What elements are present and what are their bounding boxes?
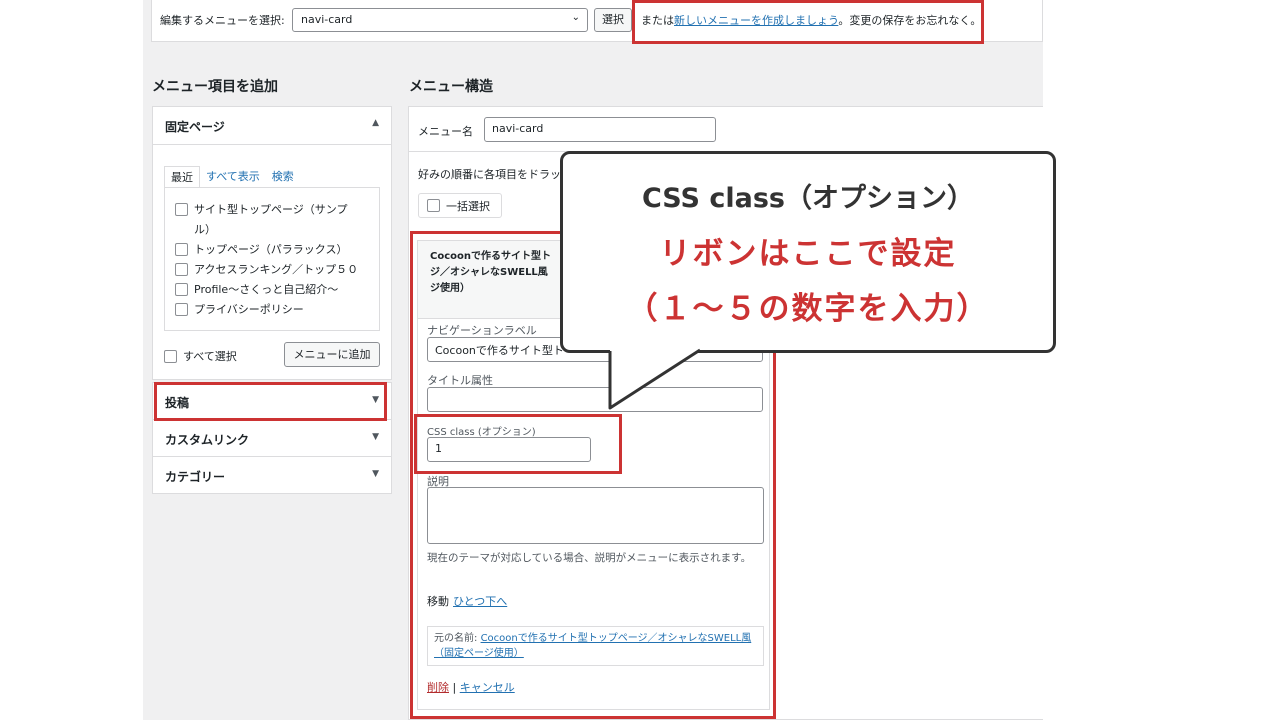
page-label: トップページ（パララックス） <box>194 243 348 256</box>
page-checkbox[interactable] <box>175 263 188 276</box>
select-all-checkbox[interactable]: すべて選択 <box>164 348 237 364</box>
list-item[interactable]: プライバシーポリシー <box>175 300 369 320</box>
bulk-select-label: 一括選択 <box>446 199 490 213</box>
expand-arrow-icon: ▼ <box>372 432 379 442</box>
add-to-menu-button[interactable]: メニューに追加 <box>284 342 380 367</box>
callout-main-text: リボンはここで設定 <box>659 236 957 272</box>
select-all-box[interactable] <box>164 349 177 363</box>
page-checkbox[interactable] <box>175 283 188 296</box>
list-item[interactable]: サイト型トップページ（サンプル） <box>175 200 355 240</box>
page-checkbox[interactable] <box>175 303 188 316</box>
highlight-css-class <box>414 414 622 474</box>
highlight-posts <box>154 382 387 421</box>
accordion-categories[interactable]: カテゴリー ▼ <box>152 456 392 494</box>
screenshot-stage: 編集するメニューを選択: navi-card ⌄ 選択 または新しいメニューを作… <box>0 0 1280 720</box>
menu-name-label: メニュー名 <box>418 125 473 138</box>
bulk-select-box[interactable] <box>427 199 440 212</box>
page-checkbox[interactable] <box>175 243 188 256</box>
menu-structure-title: メニュー構造 <box>409 79 493 95</box>
callout-tail <box>608 348 701 410</box>
pages-checklist: サイト型トップページ（サンプル） トップページ（パララックス） アクセスランキン… <box>164 187 380 331</box>
menu-select-dropdown[interactable]: navi-card ⌄ <box>292 8 588 32</box>
collapse-arrow-icon: ▲ <box>372 118 379 128</box>
list-item[interactable]: アクセスランキング／トップ５０ <box>175 260 369 280</box>
menu-name-input[interactable]: navi-card <box>484 117 716 142</box>
callout-sub-text: （１～５の数字を入力） <box>626 291 990 327</box>
page-label: アクセスランキング／トップ５０ <box>194 263 359 276</box>
highlight-create-menu <box>632 0 984 44</box>
drag-instructions: 好みの順番に各項目をドラッ <box>418 168 561 181</box>
page-label: プライバシーポリシー <box>194 303 304 316</box>
select-all-label: すべて選択 <box>183 350 237 363</box>
chevron-down-icon: ⌄ <box>571 12 580 23</box>
accordion-custom-links[interactable]: カスタムリンク ▼ <box>152 419 392 457</box>
accordion-custom-links-label: カスタムリンク <box>165 433 250 447</box>
menu-select-value: navi-card <box>301 13 353 26</box>
pages-panel-header[interactable]: 固定ページ ▲ <box>153 107 391 145</box>
add-menu-items-title: メニュー項目を追加 <box>152 79 278 95</box>
callout-heading: CSS class（オプション） <box>641 183 974 214</box>
menu-select-label: 編集するメニューを選択: <box>160 14 285 27</box>
pages-panel-title: 固定ページ <box>165 120 225 134</box>
expand-arrow-icon: ▼ <box>372 469 379 479</box>
list-item[interactable]: トップページ（パララックス） <box>175 240 369 260</box>
accordion-categories-label: カテゴリー <box>165 470 226 484</box>
bulk-select-checkbox[interactable]: 一括選択 <box>418 193 502 218</box>
page-label: サイト型トップページ（サンプル） <box>194 203 348 236</box>
select-menu-button[interactable]: 選択 <box>594 8 632 32</box>
page-label: Profile～さくっと自己紹介～ <box>194 283 339 296</box>
list-item[interactable]: Profile～さくっと自己紹介～ <box>175 280 369 300</box>
page-checkbox[interactable] <box>175 203 188 216</box>
